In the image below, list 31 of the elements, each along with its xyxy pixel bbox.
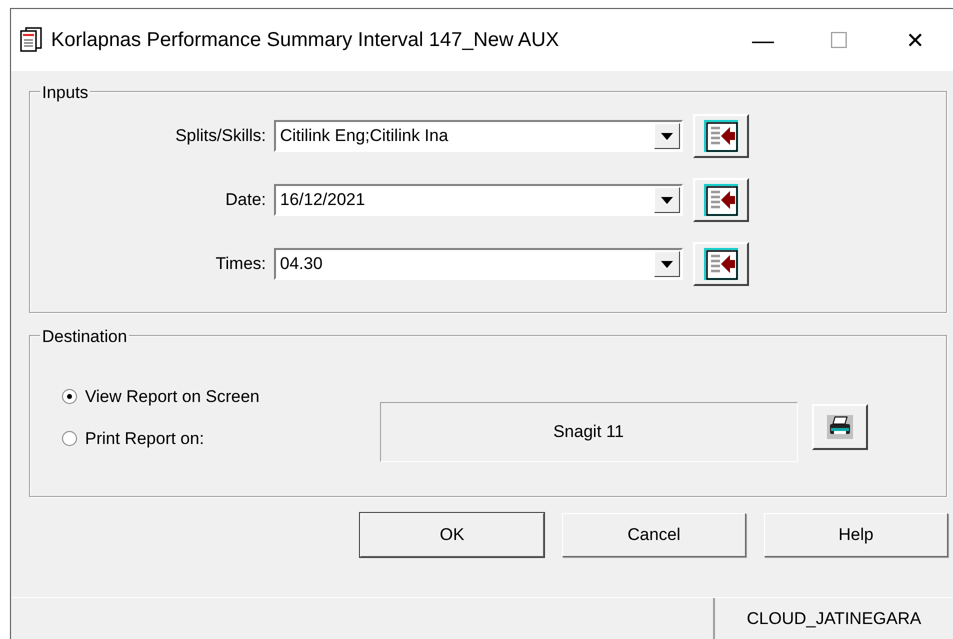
dialog-button[interactable]: Help (764, 513, 948, 557)
list-arrow-icon (704, 248, 738, 280)
dropdown-button[interactable] (654, 187, 680, 213)
list-arrow-icon (704, 120, 738, 152)
dialog-button[interactable]: Cancel (562, 513, 746, 557)
field-label: Splits/Skills: (174, 125, 267, 148)
list-picker-button[interactable] (693, 114, 749, 158)
printer-name: Snagit 11 (553, 421, 624, 444)
caret-icon (661, 260, 673, 268)
minimize-button[interactable]: — (725, 24, 801, 56)
dropdown-button[interactable] (654, 123, 680, 149)
dialog-button[interactable]: OK (360, 513, 544, 557)
printer-button[interactable] (812, 404, 868, 450)
list-arrow-icon (704, 184, 738, 216)
caret-icon (661, 132, 673, 140)
field-label: Times: (214, 253, 267, 276)
caret-icon (661, 196, 673, 204)
field-label: Date: (224, 189, 267, 212)
list-picker-button[interactable] (693, 178, 749, 222)
dropdown-field[interactable]: 16/12/2021 (274, 184, 683, 216)
list-picker-button[interactable] (693, 242, 749, 286)
document-icon (19, 27, 43, 53)
server-name: CLOUD_JATINEGARA (746, 608, 922, 630)
close-button[interactable]: ✕ (877, 24, 953, 56)
dropdown-button[interactable] (654, 251, 680, 277)
radio-option[interactable]: View Report on Screen (62, 384, 260, 410)
window-title: Korlapnas Performance Summary Interval 147_New AUX (51, 28, 560, 53)
radio-option[interactable]: Print Report on: (62, 426, 260, 451)
dropdown-field[interactable]: Citilink Eng;Citilink Ina (274, 120, 683, 152)
dropdown-field[interactable]: 04.30 (274, 248, 683, 280)
printer-icon (826, 414, 854, 440)
